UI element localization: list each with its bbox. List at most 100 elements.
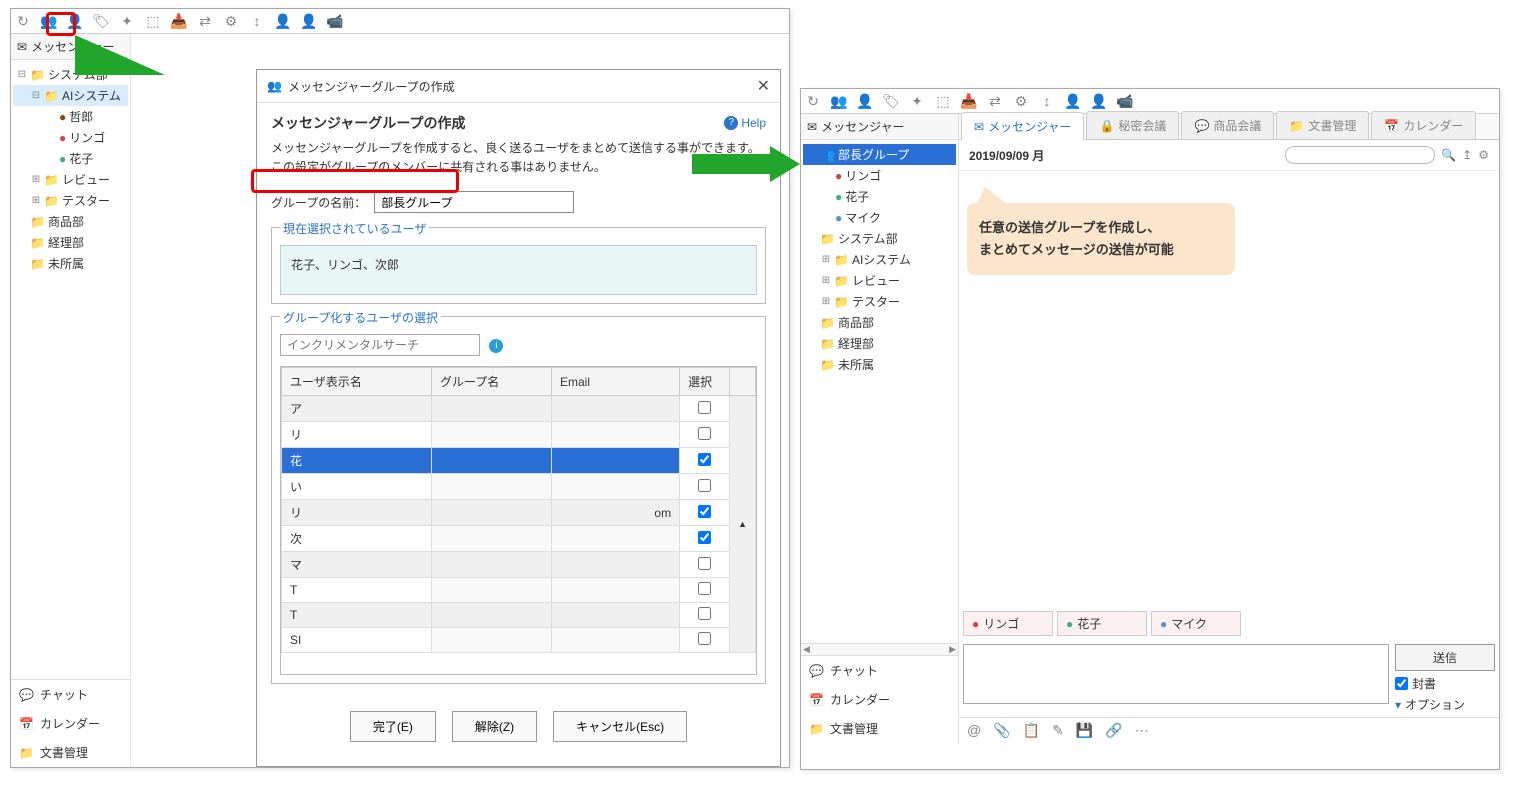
main-tab[interactable]: 🔒秘密会議 bbox=[1086, 111, 1179, 139]
row-checkbox[interactable] bbox=[698, 479, 711, 492]
person-icon[interactable]: 👤 bbox=[275, 13, 291, 29]
person-dot-icon[interactable]: 👤 bbox=[1091, 93, 1107, 109]
sealed-checkbox-row[interactable]: 封書 bbox=[1395, 675, 1495, 692]
table-row[interactable]: リ om bbox=[282, 500, 756, 526]
save-icon[interactable]: 💾 bbox=[1076, 722, 1093, 739]
group-name-input[interactable] bbox=[374, 191, 574, 213]
swap-icon[interactable]: ⇄ bbox=[987, 93, 1003, 109]
table-row[interactable]: SI bbox=[282, 628, 756, 653]
help-link[interactable]: ? Help bbox=[724, 116, 766, 130]
tree-item[interactable]: ⊞📁テスター bbox=[803, 291, 956, 312]
cancel-button[interactable]: キャンセル(Esc) bbox=[553, 711, 687, 742]
tree-expander-icon[interactable]: ⊞ bbox=[31, 195, 41, 206]
main-tab[interactable]: 📁文書管理 bbox=[1276, 111, 1369, 139]
right-tree[interactable]: 👥部長グループ●リンゴ●花子●マイク📁システム部⊞📁AIシステム⊞📁レビュー⊞📁… bbox=[801, 140, 958, 643]
tree-expander-icon[interactable]: ⊞ bbox=[821, 254, 831, 265]
clear-button[interactable]: 解除(Z) bbox=[452, 711, 537, 742]
tree-item[interactable]: ●リンゴ bbox=[13, 127, 128, 148]
tree-expander-icon[interactable]: ⊟ bbox=[17, 69, 27, 80]
tree-expander-icon[interactable]: ⊞ bbox=[31, 174, 41, 185]
more-icon[interactable]: ⋯ bbox=[1135, 722, 1149, 739]
tree-item[interactable]: ⊞📁レビュー bbox=[13, 169, 128, 190]
main-tab[interactable]: 💬商品会議 bbox=[1181, 111, 1274, 139]
camera-icon[interactable]: 📹 bbox=[327, 13, 343, 29]
main-tab[interactable]: 📅カレンダー bbox=[1371, 111, 1476, 139]
sidebar-bottom-tab[interactable]: 💬チャット bbox=[801, 656, 958, 685]
row-checkbox[interactable] bbox=[698, 557, 711, 570]
table-scrollbar[interactable]: ▲ bbox=[730, 396, 756, 653]
tree-item[interactable]: ●哲郎 bbox=[13, 106, 128, 127]
main-tab[interactable]: ✉メッセンジャー bbox=[961, 112, 1084, 140]
row-checkbox[interactable] bbox=[698, 401, 711, 414]
table-row[interactable]: い bbox=[282, 474, 756, 500]
row-checkbox[interactable] bbox=[698, 582, 711, 595]
sidebar-bottom-tab[interactable]: 📁文書管理 bbox=[11, 738, 130, 767]
table-row[interactable]: リ bbox=[282, 422, 756, 448]
sidebar-bottom-tab[interactable]: 📅カレンダー bbox=[801, 685, 958, 714]
tree-item[interactable]: ⊞📁レビュー bbox=[803, 270, 956, 291]
col-username[interactable]: ユーザ表示名 bbox=[282, 368, 432, 396]
tree-item[interactable]: ⊟📁AIシステム bbox=[13, 85, 128, 106]
tree-item[interactable]: 📁未所属 bbox=[13, 253, 128, 274]
col-groupname[interactable]: グループ名 bbox=[432, 368, 552, 396]
person-dot-icon[interactable]: 👤 bbox=[301, 13, 317, 29]
table-row[interactable]: 次 bbox=[282, 526, 756, 552]
tree-expander-icon[interactable]: ⊞ bbox=[821, 296, 831, 307]
cell-select[interactable] bbox=[680, 526, 730, 552]
cell-select[interactable] bbox=[680, 628, 730, 653]
sort-icon[interactable]: ↕ bbox=[249, 13, 265, 29]
tree-item[interactable]: 📁システム部 bbox=[803, 228, 956, 249]
tree-item[interactable]: ⊞📁テスター bbox=[13, 190, 128, 211]
tree-item[interactable]: 📁経理部 bbox=[803, 333, 956, 354]
person-icon[interactable]: 👤 bbox=[1065, 93, 1081, 109]
row-checkbox[interactable] bbox=[698, 607, 711, 620]
incremental-search-input[interactable] bbox=[280, 334, 480, 356]
row-checkbox[interactable] bbox=[698, 531, 711, 544]
tree-item[interactable]: 📁商品部 bbox=[803, 312, 956, 333]
col-email[interactable]: Email bbox=[552, 368, 680, 396]
cell-select[interactable] bbox=[680, 603, 730, 628]
tray-icon[interactable]: 📥 bbox=[171, 13, 187, 29]
settings-icon[interactable]: ⚙ bbox=[1478, 148, 1489, 162]
tree-item[interactable]: 📁経理部 bbox=[13, 232, 128, 253]
cell-select[interactable] bbox=[680, 578, 730, 603]
up-arrow-icon[interactable]: ↥ bbox=[1462, 148, 1472, 162]
tree-item[interactable]: ●花子 bbox=[13, 148, 128, 169]
star-icon[interactable]: ✦ bbox=[909, 93, 925, 109]
tag-icon[interactable]: 🏷 bbox=[883, 93, 899, 109]
options-dropdown[interactable]: ▾ オプション bbox=[1395, 696, 1495, 713]
tree-item[interactable]: ⊞📁AIシステム bbox=[803, 249, 956, 270]
col-select[interactable]: 選択 bbox=[680, 368, 730, 396]
group-icon[interactable]: 👥 bbox=[831, 93, 847, 109]
tray-icon[interactable]: 📥 bbox=[961, 93, 977, 109]
cell-select[interactable] bbox=[680, 422, 730, 448]
cell-select[interactable] bbox=[680, 448, 730, 474]
sidebar-bottom-tab[interactable]: 📅カレンダー bbox=[11, 709, 130, 738]
tree-item[interactable]: 👥部長グループ bbox=[803, 144, 956, 165]
refresh-icon[interactable]: ↻ bbox=[805, 93, 821, 109]
row-checkbox[interactable] bbox=[698, 453, 711, 466]
marquee-icon[interactable]: ⬚ bbox=[935, 93, 951, 109]
edit-icon[interactable]: ✎ bbox=[1052, 722, 1064, 739]
star-icon[interactable]: ✦ bbox=[119, 13, 135, 29]
table-row[interactable]: ア ▲ bbox=[282, 396, 756, 422]
tree-expander-icon[interactable]: ⊟ bbox=[31, 90, 41, 101]
camera-icon[interactable]: 📹 bbox=[1117, 93, 1133, 109]
sealed-checkbox[interactable] bbox=[1395, 677, 1408, 690]
sidebar-bottom-tab[interactable]: 💬チャット bbox=[11, 680, 130, 709]
info-icon[interactable]: i bbox=[489, 339, 503, 353]
sidebar-hscrollbar[interactable] bbox=[801, 643, 958, 655]
cell-select[interactable] bbox=[680, 552, 730, 578]
swap-icon[interactable]: ⇄ bbox=[197, 13, 213, 29]
table-row[interactable]: マ bbox=[282, 552, 756, 578]
user-remove-icon[interactable]: 👤 bbox=[857, 93, 873, 109]
refresh-icon[interactable]: ↻ bbox=[15, 13, 31, 29]
tree-item[interactable]: ●花子 bbox=[803, 186, 956, 207]
link-icon[interactable]: 🔗 bbox=[1105, 722, 1122, 739]
clipboard-icon[interactable]: 📋 bbox=[1023, 722, 1040, 739]
row-checkbox[interactable] bbox=[698, 505, 711, 518]
recipient-chip[interactable]: ●リンゴ bbox=[963, 611, 1053, 636]
row-checkbox[interactable] bbox=[698, 632, 711, 645]
recipient-chip[interactable]: ●花子 bbox=[1057, 611, 1147, 636]
cell-select[interactable] bbox=[680, 474, 730, 500]
